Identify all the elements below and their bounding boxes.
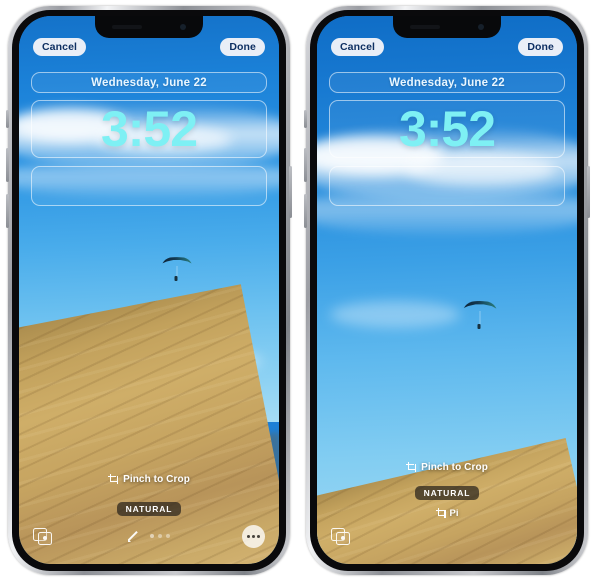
- screenshot-stage: Cancel Done Wednesday, June 22 3:52 Pinc…: [0, 0, 596, 581]
- date-widget-label: Wednesday, June 22: [91, 76, 207, 89]
- done-button[interactable]: Done: [220, 38, 265, 56]
- volume-down-button[interactable]: [6, 194, 9, 228]
- editor-toolbar-right: [331, 522, 563, 550]
- clock-widget[interactable]: 3:52: [31, 100, 267, 158]
- photo-stack-icon: [33, 527, 52, 545]
- done-button[interactable]: Done: [518, 38, 563, 56]
- photo-stack-icon: [331, 527, 350, 545]
- phone-screen-left: Cancel Done Wednesday, June 22 3:52 Pinc…: [19, 16, 279, 564]
- phone-mockup-left: Cancel Done Wednesday, June 22 3:52 Pinc…: [6, 6, 292, 575]
- editor-topbar-right: Cancel Done: [317, 16, 577, 62]
- volume-up-button[interactable]: [6, 148, 9, 182]
- mute-switch[interactable]: [304, 110, 307, 128]
- paraglider-lines: [479, 311, 481, 325]
- style-badge[interactable]: NATURAL: [414, 485, 480, 500]
- paraglider: [462, 300, 497, 329]
- phone-bezel-left: Cancel Done Wednesday, June 22 3:52 Pinc…: [12, 10, 286, 571]
- editor-topbar-left: Cancel Done: [19, 16, 279, 62]
- crop-hint-label: Pinch to Crop: [123, 473, 190, 485]
- center-controls: [128, 530, 170, 542]
- date-widget-label: Wednesday, June 22: [389, 76, 505, 89]
- phone-screen-right: Cancel Done Wednesday, June 22 3:52 Pinc…: [317, 16, 577, 564]
- cancel-button[interactable]: Cancel: [331, 38, 385, 56]
- more-options-button[interactable]: [242, 524, 265, 548]
- pen-icon[interactable]: [128, 530, 140, 542]
- paraglider-lines: [176, 265, 178, 277]
- editor-toolbar-left: [33, 522, 265, 550]
- mute-switch[interactable]: [6, 110, 9, 128]
- paraglider-pilot: [174, 276, 178, 282]
- photo-stack-button[interactable]: [331, 527, 365, 545]
- crop-icon: [108, 474, 119, 484]
- crop-hint-row: Pinch to Crop: [331, 462, 563, 473]
- photo-stack-button[interactable]: [33, 527, 67, 545]
- clock-time: 3:52: [100, 101, 198, 157]
- date-widget[interactable]: Wednesday, June 22: [329, 72, 565, 93]
- widget-placeholder-slot[interactable]: [31, 166, 267, 206]
- crop-sub-hint-label: Pi: [449, 507, 459, 519]
- phone-mockup-right: Cancel Done Wednesday, June 22 3:52 Pinc…: [304, 6, 590, 575]
- style-badge-row: NATURAL: [331, 485, 563, 500]
- volume-down-button[interactable]: [304, 194, 307, 228]
- clock-widget[interactable]: 3:52: [329, 100, 565, 158]
- power-button[interactable]: [289, 166, 292, 218]
- page-indicator[interactable]: [150, 534, 170, 538]
- paraglider-pilot: [477, 323, 481, 329]
- crop-sub-hint-row: Pi: [331, 506, 563, 520]
- paraglider: [162, 257, 192, 282]
- editor-bottom-left: Pinch to Crop NATURAL: [19, 474, 279, 565]
- widget-placeholder-slot[interactable]: [329, 166, 565, 206]
- power-button[interactable]: [587, 166, 590, 218]
- crop-icon: [406, 462, 417, 472]
- date-widget[interactable]: Wednesday, June 22: [31, 72, 267, 93]
- editor-bottom-right: Pinch to Crop NATURAL Pi: [317, 462, 577, 565]
- clock-time: 3:52: [398, 101, 496, 157]
- more-button-wrap: [231, 524, 265, 548]
- crop-hint-label: Pinch to Crop: [421, 461, 488, 473]
- lockscreen-widgets-left: Wednesday, June 22 3:52: [19, 72, 279, 206]
- phone-bezel-right: Cancel Done Wednesday, June 22 3:52 Pinc…: [310, 10, 584, 571]
- crop-hint-row: Pinch to Crop: [33, 474, 265, 485]
- style-badge[interactable]: NATURAL: [116, 501, 182, 516]
- cancel-button[interactable]: Cancel: [33, 38, 87, 56]
- crop-icon: [435, 508, 446, 518]
- lockscreen-widgets-right: Wednesday, June 22 3:52: [317, 72, 577, 206]
- volume-up-button[interactable]: [304, 148, 307, 182]
- style-badge-row: NATURAL: [33, 501, 265, 516]
